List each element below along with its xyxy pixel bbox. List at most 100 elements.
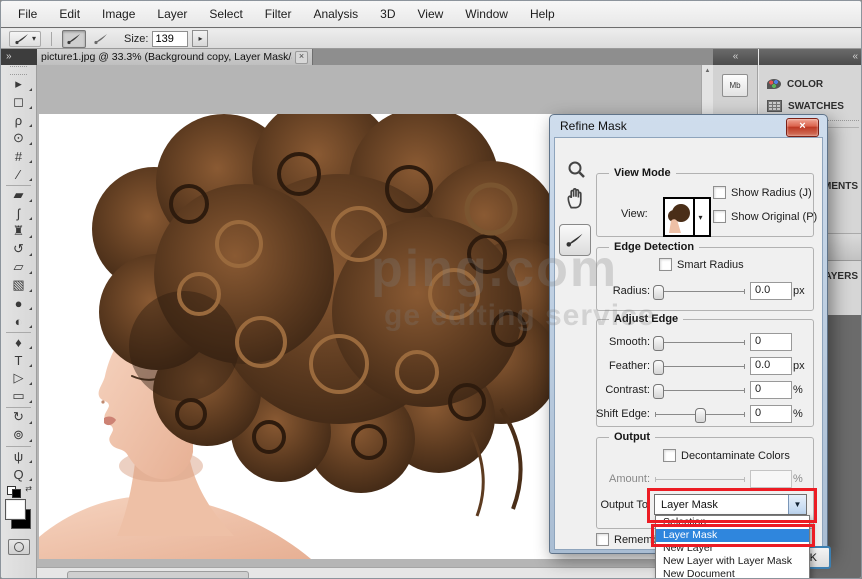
swap-colors-control[interactable]: ⇄ [1,484,36,497]
panel-collapse-button[interactable]: « [759,49,862,65]
radius-slider-track[interactable] [655,291,745,292]
feather-slider-thumb[interactable] [653,360,664,375]
tool-pen[interactable]: ♦ [1,334,36,352]
show-original-checkbox[interactable]: Show Original (P) [713,210,817,223]
dialog-close-button[interactable]: × [786,118,819,137]
tools-panel-grip[interactable] [10,66,27,75]
tool-clone-stamp[interactable]: ♜ [1,223,36,241]
tool-3d-orbit[interactable]: ⊚ [1,427,36,445]
menu-3d[interactable]: 3D [369,3,406,25]
decontaminate-colors-checkbox[interactable]: Decontaminate Colors [663,449,790,462]
dropdown-item-new-document[interactable]: New Document [656,568,809,579]
contrast-slider-thumb[interactable] [653,384,664,399]
contrast-slider-row: Contrast: 0 % [597,381,813,399]
horizontal-scrollbar[interactable] [37,567,713,579]
tool-crop[interactable]: # [1,148,36,166]
tool-move[interactable]: ▸ [1,76,36,94]
shift-edge-value[interactable]: 0 [750,405,792,423]
foreground-color-swatch[interactable] [5,499,26,520]
tool-zoom[interactable]: Q [1,466,36,484]
dropdown-item-selection[interactable]: Selection [656,516,809,529]
tool-eraser[interactable]: ▱ [1,259,36,277]
tool-type[interactable]: T [1,352,36,370]
tool-quick-selection[interactable]: ⊙ [1,130,36,148]
tool-rectangular-marquee[interactable]: ◻ [1,94,36,112]
tool-preset-picker[interactable]: ▾ [9,31,41,47]
3d-orbit-icon: ⊚ [13,427,24,443]
tool-brush[interactable]: ʃ [1,205,36,223]
menu-layer[interactable]: Layer [146,3,198,25]
refine-radius-tool-button[interactable] [62,30,86,48]
dropdown-item-layer-mask[interactable]: Layer Mask [656,529,809,542]
menu-select[interactable]: Select [198,3,253,25]
tool-eyedropper[interactable]: ∕ [1,166,36,184]
scroll-up-icon[interactable]: ▲ [702,65,713,74]
icon-strip-collapse-button[interactable]: « [713,49,758,65]
view-mode-picker[interactable]: ▾ [663,197,711,237]
tool-3d-rotate[interactable]: ↻ [1,409,36,427]
smart-radius-checkbox[interactable]: Smart Radius [659,258,744,271]
feather-value[interactable]: 0.0 [750,357,792,375]
smooth-value[interactable]: 0 [750,333,792,351]
dropdown-item-new-layer[interactable]: New Layer [656,542,809,555]
tool-path-selection[interactable]: ▷ [1,370,36,388]
refine-radius-tool-button[interactable] [559,224,591,256]
menu-edit[interactable]: Edit [48,3,91,25]
radius-slider-row: Radius: 0.0 px [597,282,813,300]
menu-help[interactable]: Help [519,3,566,25]
dropdown-item-new-layer-with-layer-mask[interactable]: New Layer with Layer Mask [656,555,809,568]
size-dropdown-button[interactable]: ▸ [192,30,208,47]
radius-value[interactable]: 0.0 [750,282,792,300]
contrast-value[interactable]: 0 [750,381,792,399]
tool-gradient[interactable]: ▧ [1,277,36,295]
scrollbar-thumb[interactable] [67,571,249,579]
contrast-slider-track[interactable] [655,390,745,391]
shift-edge-slider-thumb[interactable] [695,408,706,423]
radius-slider-thumb[interactable] [653,285,664,300]
feather-slider-track[interactable] [655,366,745,367]
combobox-arrow-button[interactable]: ▼ [788,495,806,514]
menu-analysis[interactable]: Analysis [302,3,369,25]
color-panel-tab[interactable]: COLOR [759,73,862,95]
zoom-icon: Q [13,467,23,482]
tool-blur[interactable]: ● [1,295,36,313]
brush-icon [565,232,585,248]
tool-hand[interactable]: ψ [1,448,36,466]
menu-image[interactable]: Image [91,3,146,25]
show-radius-checkbox[interactable]: Show Radius (J) [713,186,812,199]
menu-window[interactable]: Window [454,3,519,25]
view-mode-group: View Mode View: ▾ Show Radius (J) [596,173,814,237]
quick-mask-button[interactable] [8,539,30,555]
smooth-slider-track[interactable] [655,342,745,343]
smooth-slider-thumb[interactable] [653,336,664,351]
tab-close-icon[interactable]: × [295,51,308,64]
adjust-edge-legend: Adjust Edge [609,313,683,325]
menu-view[interactable]: View [406,3,454,25]
document-tab[interactable]: picture1.jpg @ 33.3% (Background copy, L… [37,49,313,65]
checkbox[interactable] [713,210,726,223]
checkbox[interactable] [713,186,726,199]
size-input[interactable] [152,31,188,47]
checkbox[interactable] [663,449,676,462]
checkbox[interactable] [596,533,609,546]
swatches-grid-icon [767,100,782,112]
tool-spot-healing-brush[interactable]: ▰ [1,187,36,205]
output-to-combobox[interactable]: Layer Mask ▼ [654,494,807,515]
zoom-tool-icon[interactable] [567,160,587,180]
menu-filter[interactable]: Filter [254,3,303,25]
tool-history-brush[interactable]: ↺ [1,241,36,259]
erase-refinements-tool-button[interactable] [90,31,112,47]
shift-edge-slider-track[interactable] [655,414,745,415]
mini-bridge-button[interactable]: Mb [722,74,748,97]
tool-dodge[interactable]: ◐ [1,313,36,331]
hand-tool-icon[interactable] [565,186,587,210]
menu-file[interactable]: File [7,3,48,25]
tool-shape[interactable]: ▭ [1,388,36,406]
caret-down-icon[interactable]: ▾ [693,199,706,235]
shift-edge-slider-row: Shift Edge: 0 % [597,405,813,423]
tool-lasso[interactable]: ρ [1,112,36,130]
checkbox[interactable] [659,258,672,271]
output-to-dropdown-list: Selection Layer Mask New Layer New Layer… [655,515,810,579]
view-thumbnail [665,199,693,235]
toolbar-collapse-button[interactable]: » [1,49,37,65]
